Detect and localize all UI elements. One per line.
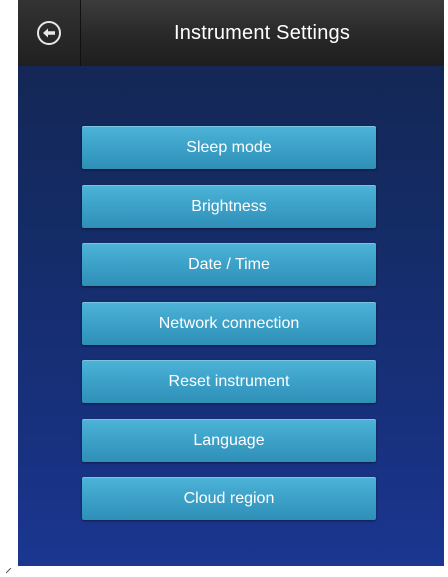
reset-instrument-button[interactable]: Reset instrument: [82, 360, 376, 403]
language-button[interactable]: Language: [82, 418, 376, 462]
settings-menu: Sleep mode Brightness Date / Time Networ…: [82, 126, 376, 536]
brightness-button[interactable]: Brightness: [82, 184, 376, 228]
header-bar: Instrument Settings: [18, 0, 444, 66]
corner-mark: [6, 568, 12, 574]
page-title: Instrument Settings: [173, 22, 351, 44]
settings-screen: Instrument Settings Sleep mode Brightnes…: [18, 0, 444, 566]
circle-arrow-left-icon: [37, 21, 61, 45]
cloud-region-button[interactable]: Cloud region: [82, 477, 376, 520]
network-connection-button[interactable]: Network connection: [82, 301, 376, 345]
back-button[interactable]: [18, 0, 81, 66]
date-time-button[interactable]: Date / Time: [82, 243, 376, 286]
sleep-mode-button[interactable]: Sleep mode: [82, 126, 376, 169]
